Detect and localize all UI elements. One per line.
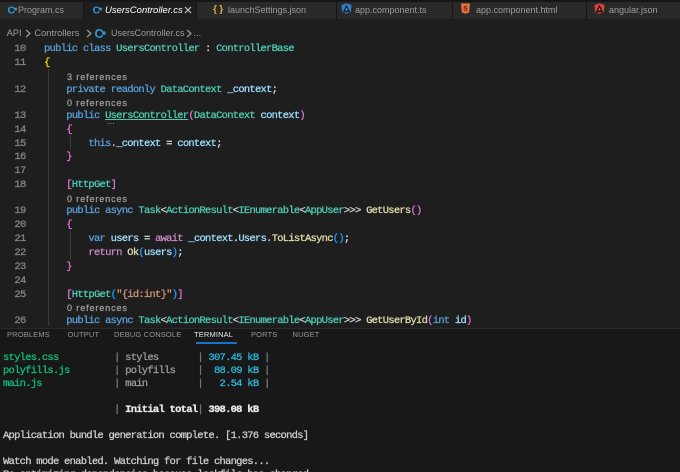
svg-text:{ }: { } (213, 3, 223, 14)
svg-text:5: 5 (463, 4, 467, 13)
